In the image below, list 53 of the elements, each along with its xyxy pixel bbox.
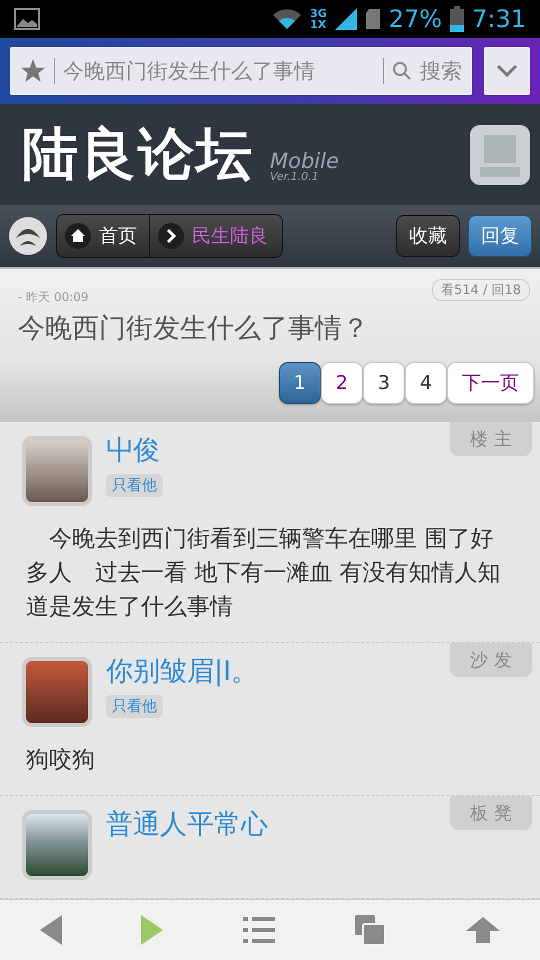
floor-label: 沙 发 [450, 643, 532, 677]
network-label: 3G [310, 8, 327, 19]
home-icon [65, 223, 91, 249]
image-icon [14, 8, 40, 30]
battery-percentage: 27% [388, 5, 442, 33]
windows-icon[interactable] [354, 915, 387, 945]
forum-title: 陆良论坛 [22, 120, 254, 188]
address-bar[interactable]: 今晚西门街发生什么了事情 搜索 [10, 47, 472, 95]
chevron-right-icon [158, 223, 184, 249]
breadcrumb-link[interactable]: 首页 [57, 215, 150, 257]
page-button[interactable]: 下一页 [447, 362, 534, 404]
chevron-down-icon [496, 64, 518, 78]
avatar-photo-placeholder [22, 436, 92, 506]
star-icon[interactable] [20, 58, 46, 84]
search-label: 搜索 [420, 58, 462, 85]
view-reply-count: 看514 / 回18 [432, 279, 530, 301]
mobile-label: Mobile [270, 151, 339, 171]
page-button[interactable]: 4 [404, 362, 447, 404]
post-content: 今晚去到西门街看到三辆警车在哪里 围了好多人 过去一看 地下有一滩血 有没有知情人知道是发生了什么事情 [26, 525, 502, 622]
forward-icon[interactable] [141, 915, 164, 945]
author-name[interactable]: 屮俊 [106, 432, 163, 468]
author-name[interactable]: 普通人平常心 [106, 806, 268, 842]
page-button[interactable]: 2 [320, 362, 363, 404]
only-view-author-button[interactable]: 只看他 [106, 695, 163, 718]
page-button[interactable]: 3 [362, 362, 405, 404]
breadcrumb-link[interactable]: 民生陆良 [150, 215, 282, 257]
up-arrow-icon[interactable] [466, 917, 500, 943]
dropdown-button[interactable] [484, 47, 530, 95]
avatar-photo-placeholder [22, 810, 92, 880]
search-icon[interactable] [392, 61, 412, 81]
address-text: 今晚西门街发生什么了事情 [63, 58, 316, 85]
battery-icon [450, 6, 464, 32]
logo-icon[interactable] [8, 216, 48, 256]
post-time: - 昨天 00:09 [18, 289, 89, 306]
network-label: 1X [310, 19, 327, 30]
back-icon[interactable] [40, 915, 62, 945]
menu-icon[interactable] [242, 916, 275, 944]
author-name[interactable]: 你别皱眉|I。 [106, 653, 258, 689]
clock: 7:31 [472, 5, 526, 33]
thread-title: 今晚西门街发生什么了事情？ [18, 312, 370, 346]
floor-label: 楼 主 [450, 422, 532, 456]
post-content: 狗咬狗 [26, 746, 96, 775]
page-button[interactable]: 1 [278, 362, 321, 404]
wifi-icon [272, 8, 302, 30]
only-view-author-button[interactable]: 只看他 [106, 474, 163, 497]
user-avatar-icon[interactable] [470, 124, 530, 184]
sim-icon [364, 8, 381, 30]
version-label: Ver.1.0.1 [270, 171, 320, 182]
signal-icon [334, 8, 357, 30]
avatar-photo-placeholder [22, 657, 92, 727]
favorite-button[interactable]: 收藏 [396, 215, 460, 257]
reply-button[interactable]: 回复 [468, 215, 532, 257]
floor-label: 板 凳 [450, 796, 532, 830]
